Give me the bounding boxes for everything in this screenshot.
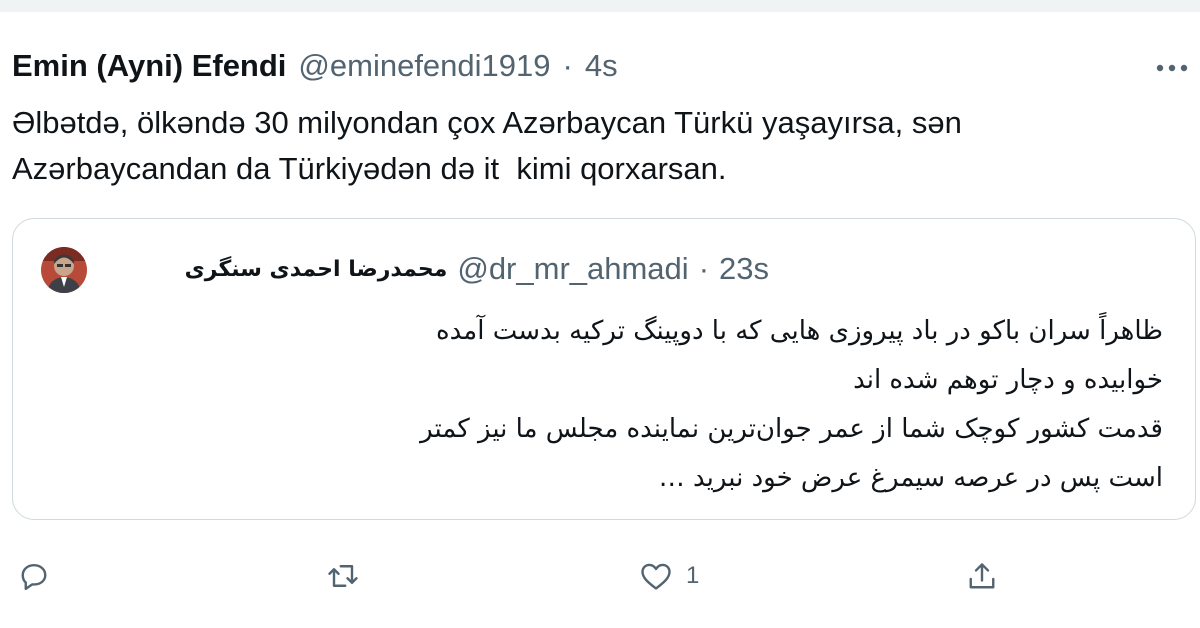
quoted-author-avatar[interactable] [41, 247, 87, 293]
like-icon [641, 563, 671, 590]
tweet-action-bar: 1 [0, 552, 1200, 600]
author-handle[interactable]: @eminefendi1919 [298, 48, 550, 84]
top-divider [0, 0, 1200, 12]
quoted-separator-dot: · [698, 251, 710, 286]
reply-icon [21, 564, 47, 591]
tweet-text-line: Azərbaycandan da Türkiyədən də it kimi q… [12, 151, 727, 186]
quoted-tweet-text: ظاهراً سران باکو در باد پیروزی هایی که ب… [43, 307, 1163, 503]
reply-button[interactable] [16, 552, 52, 600]
more-icon [1156, 64, 1188, 72]
quoted-tweet-timestamp[interactable]: 23s [719, 251, 769, 287]
quoted-tweet-header: محمدرضا احمدی سنگری @dr_mr_ahmadi · 23s [185, 249, 769, 289]
quoted-tweet-card[interactable]: محمدرضا احمدی سنگری @dr_mr_ahmadi · 23s … [12, 218, 1196, 520]
separator-dot: · [562, 48, 573, 83]
like-button[interactable]: 1 [638, 552, 699, 600]
tweet-timestamp[interactable]: 4s [585, 48, 618, 84]
retweet-icon [328, 565, 358, 587]
author-display-name[interactable]: Emin (Ayni) Efendi [12, 48, 286, 84]
tweet-header: Emin (Ayni) Efendi @eminefendi1919 · 4s [12, 46, 618, 86]
quoted-text-line: است پس در عرصه سیمرغ عرض خود نبرید … [658, 463, 1163, 493]
quoted-text-line: قدمت کشور کوچک شما از عمر جوان‌ترین نمای… [420, 414, 1163, 444]
share-button[interactable] [964, 552, 1000, 600]
quoted-author-display-name[interactable]: محمدرضا احمدی سنگری [185, 257, 448, 282]
quoted-text-line: ظاهراً سران باکو در باد پیروزی هایی که ب… [436, 316, 1163, 346]
tweet-text: Əlbətdə, ölkəndə 30 milyondan çox Azərba… [12, 100, 1182, 192]
retweet-button[interactable] [325, 552, 361, 600]
more-button[interactable] [1152, 56, 1192, 80]
share-icon [969, 563, 995, 589]
quoted-text-line: خوابیده و دچار توهم شده اند [853, 365, 1163, 395]
tweet-text-line: Əlbətdə, ölkəndə 30 milyondan çox Azərba… [12, 105, 962, 140]
like-count: 1 [686, 562, 700, 589]
quoted-author-handle[interactable]: @dr_mr_ahmadi [457, 251, 688, 287]
